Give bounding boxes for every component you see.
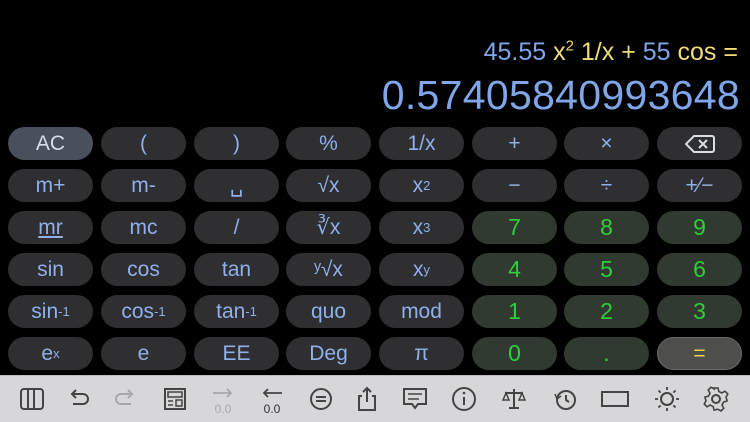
digit-7-button[interactable]: 7: [472, 211, 557, 244]
minus-button[interactable]: −: [472, 169, 557, 202]
arctan-button[interactable]: tan -1: [194, 295, 279, 328]
copy-result-label: 0.0: [214, 402, 232, 416]
sun-icon: [655, 387, 679, 411]
layout-button[interactable]: [160, 384, 190, 414]
decimal-point-button[interactable]: .: [564, 337, 649, 370]
digit-8-button[interactable]: 8: [564, 211, 649, 244]
keypad: AC ( ) % 1/x + × m+ m- ␣ √x x2 − ÷ +∕− m…: [8, 127, 742, 371]
space-button[interactable]: ␣: [194, 169, 279, 202]
history-clock-icon: [554, 390, 576, 410]
divide-button[interactable]: ÷: [564, 169, 649, 202]
expression-line: 45.55 x2 1/x + 55 cos =: [484, 38, 738, 67]
square-button[interactable]: x2: [379, 169, 464, 202]
backspace-icon: [684, 134, 715, 153]
digit-9-button[interactable]: 9: [657, 211, 742, 244]
expr-token: 1/x: [580, 38, 615, 66]
sin-button[interactable]: sin: [8, 253, 93, 286]
square-root-button[interactable]: √x: [286, 169, 371, 202]
nth-root-button[interactable]: ʸ√x: [286, 253, 371, 286]
digit-0-button[interactable]: 0: [472, 337, 557, 370]
equals-mode-button[interactable]: [306, 384, 336, 414]
equals-button[interactable]: =: [657, 337, 742, 370]
plus-minus-button[interactable]: +∕−: [657, 169, 742, 202]
modulo-button[interactable]: mod: [379, 295, 464, 328]
memory-clear-button[interactable]: mc: [101, 211, 186, 244]
memory-recall-button[interactable]: mr: [8, 211, 93, 244]
gear-icon: [703, 386, 729, 412]
settings-button[interactable]: [701, 384, 731, 414]
copy-result-button[interactable]: 0.0: [208, 384, 238, 416]
tape-button[interactable]: [400, 384, 430, 414]
digit-4-button[interactable]: 4: [472, 253, 557, 286]
result-value: 0.57405840993648: [381, 72, 740, 118]
expr-token: x2: [553, 37, 574, 66]
tan-button[interactable]: tan: [194, 253, 279, 286]
all-clear-button[interactable]: AC: [8, 127, 93, 160]
fraction-slash-button[interactable]: /: [194, 211, 279, 244]
pi-button[interactable]: π: [379, 337, 464, 370]
calculator-layout-icon: [164, 388, 186, 410]
expr-token: 45.55: [483, 38, 547, 66]
plus-button[interactable]: +: [472, 127, 557, 160]
undo-icon: [70, 389, 89, 405]
arcsin-button[interactable]: sin -1: [8, 295, 93, 328]
history-button[interactable]: [550, 384, 580, 414]
arccos-button[interactable]: cos -1: [101, 295, 186, 328]
quotient-button[interactable]: quo: [286, 295, 371, 328]
redo-button[interactable]: [111, 384, 141, 414]
backspace-button[interactable]: [657, 127, 742, 160]
undo-button[interactable]: [63, 384, 93, 414]
expr-token: =: [723, 38, 738, 66]
digit-2-button[interactable]: 2: [564, 295, 649, 328]
redo-icon: [115, 389, 134, 405]
expr-token: 55: [642, 38, 671, 66]
expr-token: +: [621, 38, 636, 66]
digit-5-button[interactable]: 5: [564, 253, 649, 286]
info-icon: [452, 387, 476, 411]
percent-button[interactable]: %: [286, 127, 371, 160]
equals-circle-icon: [310, 388, 332, 410]
exponent-entry-button[interactable]: EE: [194, 337, 279, 370]
share-button[interactable]: [352, 384, 382, 414]
paste-value-button[interactable]: 0.0: [257, 384, 287, 416]
reciprocal-button[interactable]: 1/x: [379, 127, 464, 160]
power-button[interactable]: xy: [379, 253, 464, 286]
share-icon: [358, 386, 376, 411]
bottom-toolbar: 0.0 0.0: [0, 375, 750, 422]
exp-button[interactable]: ex: [8, 337, 93, 370]
digit-3-button[interactable]: 3: [657, 295, 742, 328]
info-button[interactable]: [449, 384, 479, 414]
unit-conversion-button[interactable]: [499, 384, 529, 414]
rectangle-icon: [601, 391, 629, 407]
angle-mode-button[interactable]: Deg: [286, 337, 371, 370]
multiply-button[interactable]: ×: [564, 127, 649, 160]
memory-add-button[interactable]: m+: [8, 169, 93, 202]
cos-button[interactable]: cos: [101, 253, 186, 286]
columns-icon: [20, 388, 44, 410]
cube-root-button[interactable]: ∛x: [286, 211, 371, 244]
expr-token: cos: [677, 38, 717, 66]
brightness-button[interactable]: [652, 384, 682, 414]
paste-value-label: 0.0: [263, 402, 281, 416]
digit-6-button[interactable]: 6: [657, 253, 742, 286]
display-area: 45.55 x2 1/x + 55 cos = 0.57405840993648: [0, 0, 750, 126]
digit-1-button[interactable]: 1: [472, 295, 557, 328]
memory-subtract-button[interactable]: m-: [101, 169, 186, 202]
sidebar-toggle-button[interactable]: [17, 384, 47, 414]
display-mode-button[interactable]: [600, 384, 630, 414]
message-list-icon: [403, 388, 427, 410]
open-paren-button[interactable]: (: [101, 127, 186, 160]
close-paren-button[interactable]: ): [194, 127, 279, 160]
cube-button[interactable]: x3: [379, 211, 464, 244]
euler-constant-button[interactable]: e: [101, 337, 186, 370]
scales-icon: [501, 389, 527, 409]
